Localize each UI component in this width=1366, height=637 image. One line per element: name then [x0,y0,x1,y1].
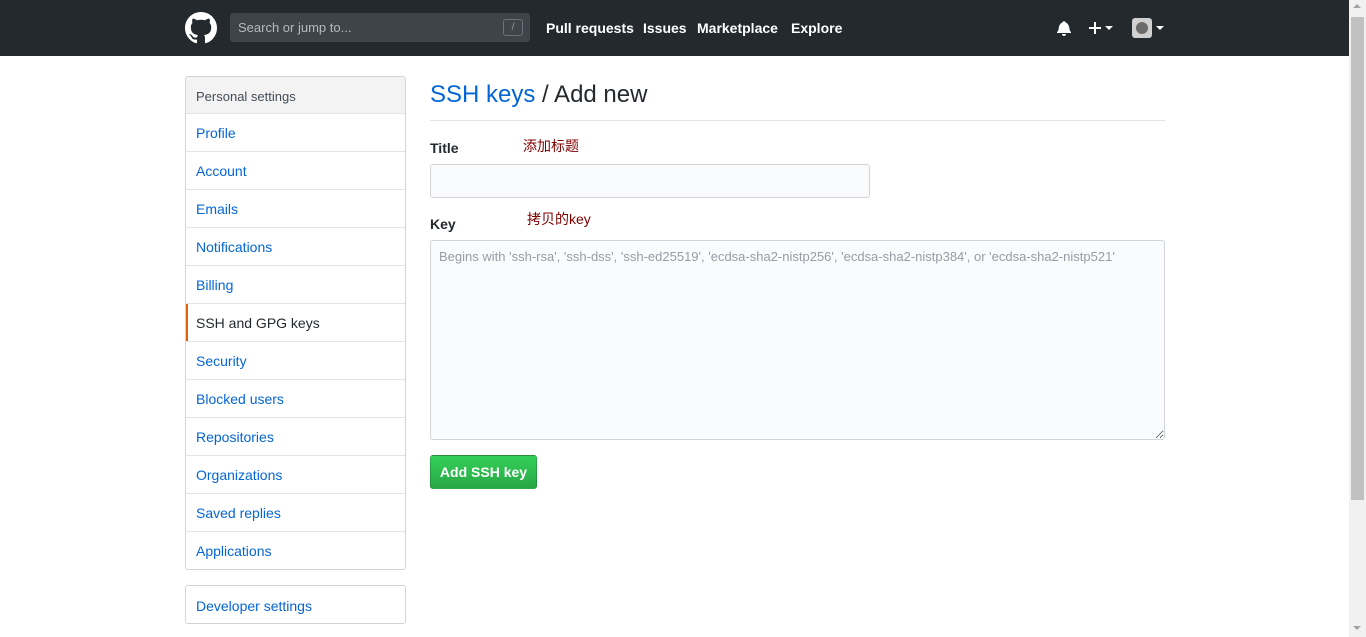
search-box: / [230,13,530,42]
notifications-button[interactable] [1057,0,1071,56]
sidebar-item-saved-replies[interactable]: Saved replies [186,494,405,532]
sidebar-item-developer-settings[interactable]: Developer settings [185,585,406,624]
scrollbar-thumb[interactable] [1351,17,1364,500]
sidebar-item-blocked-users[interactable]: Blocked users [186,380,405,418]
key-annotation: 拷贝的key [527,211,591,227]
sidebar-item-emails[interactable]: Emails [186,190,405,228]
avatar-icon [1132,18,1152,38]
sidebar-item-repositories[interactable]: Repositories [186,418,405,456]
breadcrumb-ssh-keys-link[interactable]: SSH keys [430,81,535,108]
github-octocat-icon[interactable] [185,12,217,44]
chevron-down-icon [1105,26,1113,30]
sidebar-item-notifications[interactable]: Notifications [186,228,405,266]
sidebar-item-organizations[interactable]: Organizations [186,456,405,494]
user-menu-dropdown[interactable] [1132,0,1164,56]
sidebar-item-profile[interactable]: Profile [186,114,405,152]
bell-icon [1057,20,1071,36]
sidebar-heading: Personal settings [186,77,405,114]
title-divider [430,120,1165,121]
sidebar-item-security[interactable]: Security [186,342,405,380]
sidebar-item-account[interactable]: Account [186,152,405,190]
create-new-dropdown[interactable] [1089,0,1113,56]
nav-marketplace[interactable]: Marketplace [697,20,778,36]
plus-icon [1089,22,1101,34]
nav-pull-requests[interactable]: Pull requests [546,20,634,36]
breadcrumb-current: / Add new [542,81,648,108]
top-header: / Pull requests Issues Marketplace Explo… [0,0,1349,56]
sidebar-item-ssh-gpg-keys[interactable]: SSH and GPG keys [186,304,405,342]
chevron-down-icon [1156,26,1164,30]
key-field[interactable] [430,240,1165,440]
key-label: Key [430,216,456,232]
page-scrollbar[interactable] [1349,0,1366,637]
settings-sidebar: Personal settings Profile Account Emails… [185,76,406,570]
title-annotation: 添加标题 [523,138,579,154]
sidebar-item-applications[interactable]: Applications [186,532,405,569]
sidebar-item-billing[interactable]: Billing [186,266,405,304]
search-input[interactable] [230,13,530,42]
search-shortcut-hint: / [503,19,523,36]
scroll-down-arrow-icon[interactable] [1353,626,1361,630]
nav-issues[interactable]: Issues [643,20,687,36]
scroll-up-arrow-icon[interactable] [1353,4,1361,8]
page-title: SSH keys / Add new [430,81,647,109]
title-label: Title [430,140,459,156]
add-ssh-key-button[interactable]: Add SSH key [430,455,537,489]
title-field[interactable] [430,164,870,198]
nav-explore[interactable]: Explore [791,20,842,36]
